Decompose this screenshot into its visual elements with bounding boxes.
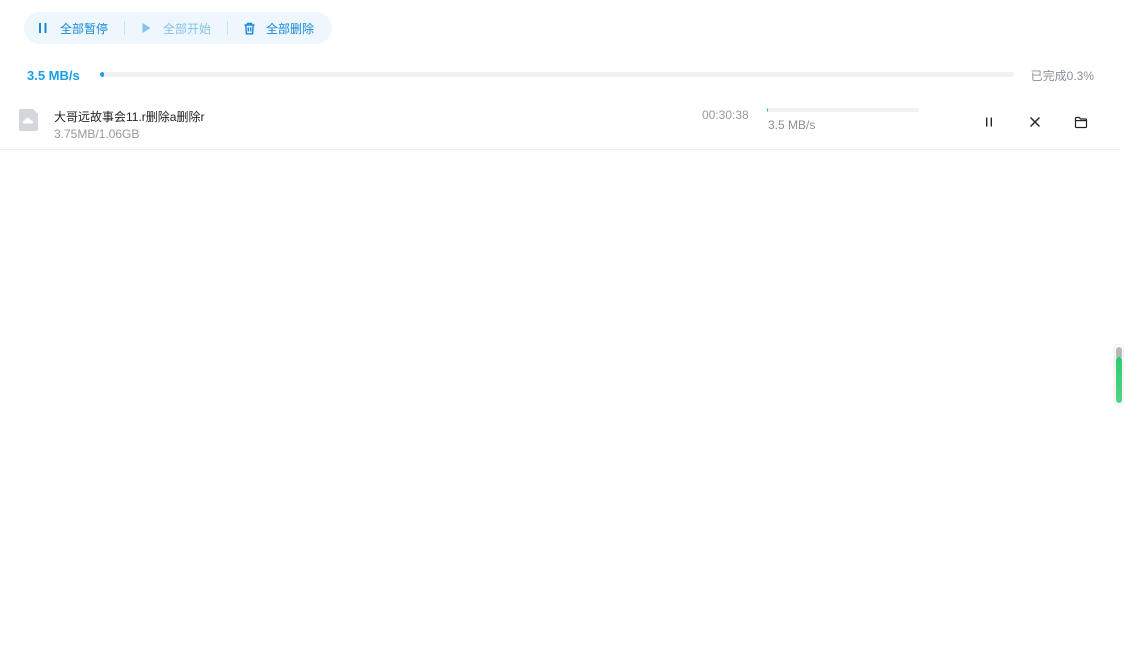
delete-all-button[interactable]: 全部删除 <box>242 12 314 44</box>
pause-all-label: 全部暂停 <box>60 21 109 36</box>
toolbar-divider <box>124 21 126 35</box>
task-file-name: 大哥远故事会11.r删除a删除r <box>54 110 205 124</box>
close-icon <box>1030 117 1040 127</box>
overall-progress-fill <box>100 72 104 77</box>
scrollbar[interactable] <box>1115 345 1123 405</box>
folder-icon <box>1074 116 1088 128</box>
pause-icon <box>986 117 992 127</box>
pause-icon <box>36 21 50 35</box>
delete-all-label: 全部删除 <box>266 21 315 36</box>
play-icon <box>139 21 153 35</box>
download-task-row[interactable]: 大哥远故事会11.r删除a删除r 3.75MB/1.06GB 00:30:38 … <box>0 96 1120 150</box>
batch-toolbar: 全部暂停 全部开始 全部删除 <box>24 12 332 44</box>
scrollbar-thumb[interactable] <box>1116 357 1122 403</box>
task-delete-button[interactable] <box>1027 114 1043 130</box>
file-cloud-icon <box>18 108 40 132</box>
overall-speed: 3.5 MB/s <box>27 68 80 83</box>
overall-progress: 3.5 MB/s 已完成0.3% <box>0 64 1124 86</box>
task-open-folder-button[interactable] <box>1073 114 1089 130</box>
overall-progress-bar <box>100 72 1014 77</box>
pause-all-button[interactable]: 全部暂停 <box>36 12 108 44</box>
task-speed: 3.5 MB/s <box>768 118 816 132</box>
task-pause-button[interactable] <box>981 114 997 130</box>
task-progress-bar <box>767 108 919 112</box>
completed-percent: 已完成0.3% <box>1030 69 1094 83</box>
toolbar-divider <box>227 21 229 35</box>
task-remaining-time: 00:30:38 <box>702 108 749 122</box>
start-all-label: 全部开始 <box>163 21 212 36</box>
task-file-size: 3.75MB/1.06GB <box>54 127 140 141</box>
trash-icon <box>242 21 256 35</box>
download-manager: 全部暂停 全部开始 全部删除 3.5 MB/s 已完成0.3% 大哥远故事会11… <box>0 0 1124 646</box>
start-all-button[interactable]: 全部开始 <box>139 12 211 44</box>
